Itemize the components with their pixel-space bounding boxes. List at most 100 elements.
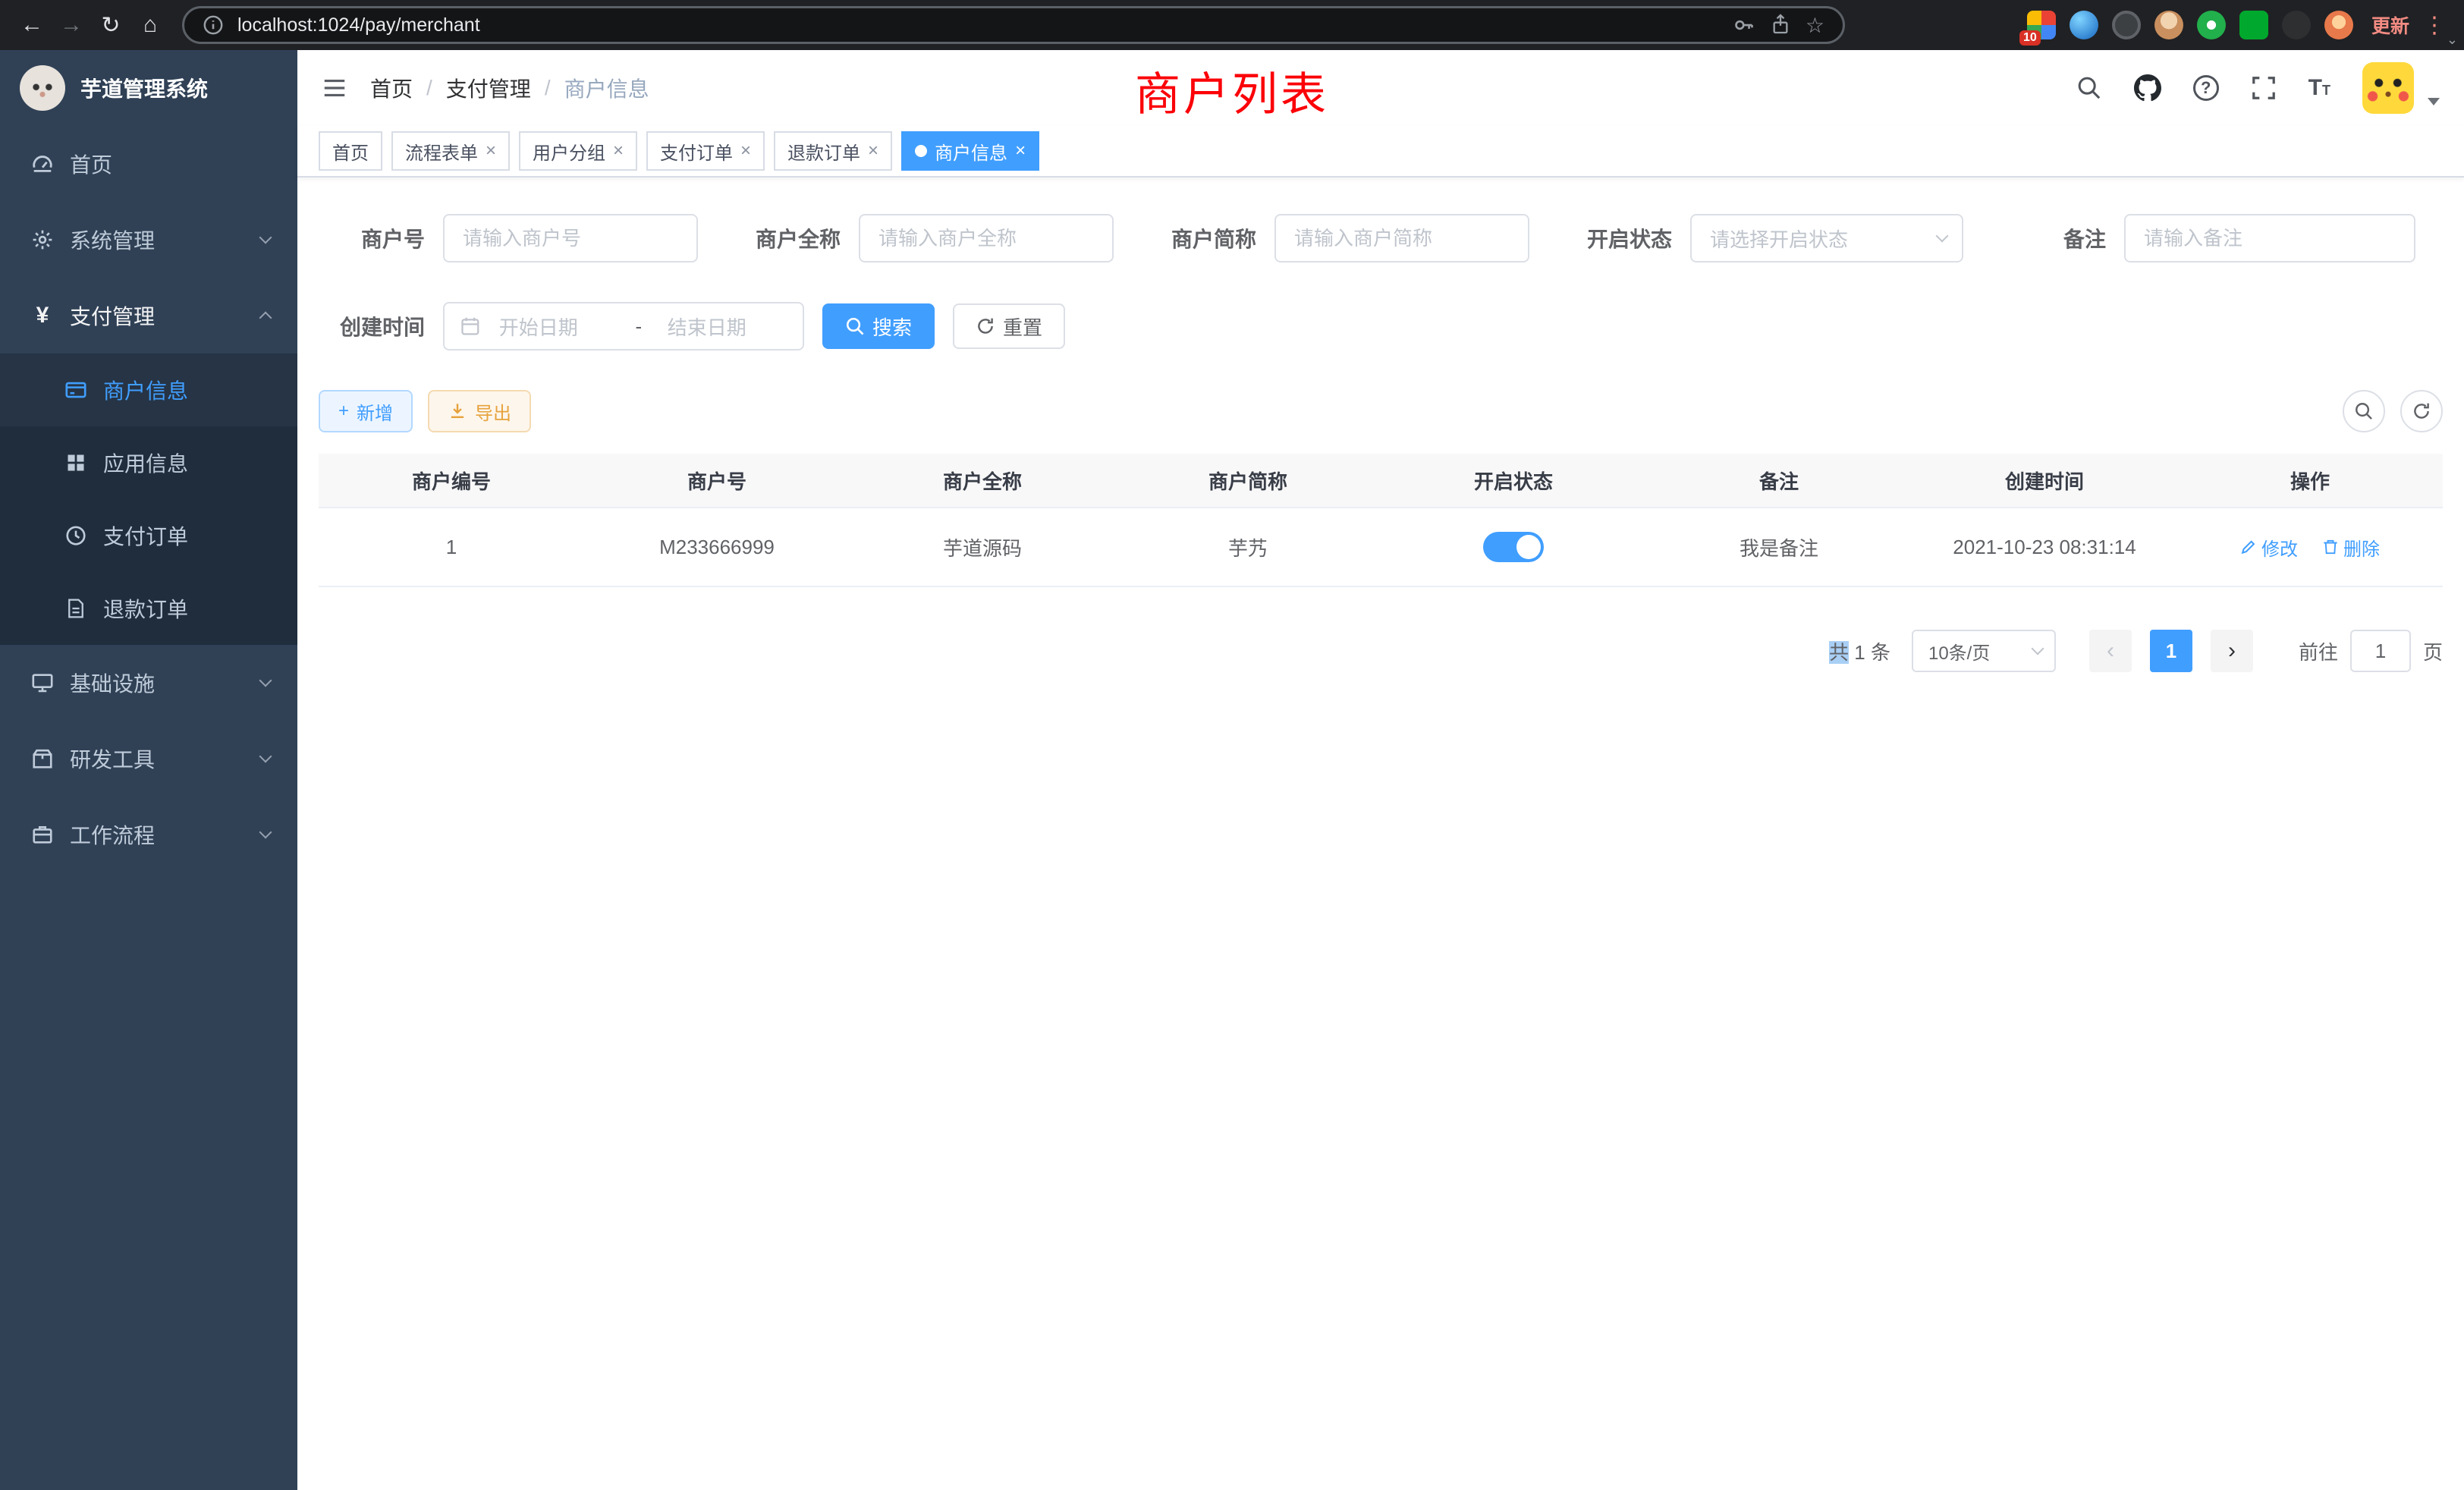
- merchant-no-input[interactable]: [443, 214, 698, 262]
- tab-pay-order[interactable]: 支付订单×: [646, 131, 765, 171]
- key-icon[interactable]: [1733, 14, 1755, 36]
- next-page-button[interactable]: ›: [2211, 630, 2253, 672]
- tab-refund-order[interactable]: 退款订单×: [774, 131, 892, 171]
- browser-menu-icon[interactable]: ⋮: [2423, 12, 2446, 39]
- extension-avatar-icon[interactable]: [2154, 11, 2183, 39]
- bookmark-star-icon[interactable]: ☆: [1806, 13, 1824, 38]
- address-bar[interactable]: localhost:1024/pay/merchant ☆: [182, 6, 1845, 44]
- user-avatar[interactable]: [2362, 62, 2414, 114]
- sidebar-item-payment[interactable]: ¥ 支付管理: [0, 278, 297, 354]
- extension-green-square-icon[interactable]: [2239, 11, 2268, 39]
- plus-icon: +: [338, 401, 349, 422]
- page-content: 商户号 商户全称 商户简称 开启状态 请选择开启状态: [297, 178, 2464, 1490]
- page-size-select[interactable]: 10条/页: [1912, 630, 2056, 672]
- pencil-icon: [2240, 539, 2257, 555]
- delete-link[interactable]: 删除: [2322, 534, 2380, 561]
- status-select[interactable]: 请选择开启状态: [1690, 214, 1963, 262]
- github-icon[interactable]: [2134, 74, 2161, 102]
- toggle-search-button[interactable]: [2343, 390, 2385, 432]
- sidebar-item-infra[interactable]: 基础设施: [0, 645, 297, 721]
- home-icon[interactable]: ⌂: [130, 5, 170, 45]
- tab-merchant-info[interactable]: 商户信息×: [901, 131, 1039, 171]
- info-icon[interactable]: [203, 14, 224, 36]
- annotation-merchant-list: 商户列表: [1135, 58, 1329, 124]
- current-page-button[interactable]: 1: [2150, 630, 2192, 672]
- edit-link[interactable]: 修改: [2240, 534, 2298, 561]
- extension-paw-icon[interactable]: [2282, 11, 2311, 39]
- sidebar-item-app-info[interactable]: 应用信息: [0, 426, 297, 499]
- export-button[interactable]: 导出: [428, 390, 531, 432]
- tab-process-form[interactable]: 流程表单×: [391, 131, 510, 171]
- refresh-table-button[interactable]: [2400, 390, 2443, 432]
- cell-short-name: 芋艿: [1115, 533, 1381, 561]
- date-separator: -: [628, 315, 649, 338]
- add-button[interactable]: + 新增: [319, 390, 413, 432]
- sidebar-item-workflow[interactable]: 工作流程: [0, 797, 297, 872]
- extension-grid-icon[interactable]: 10: [2027, 11, 2056, 39]
- toolbar-caret-icon[interactable]: ⌄: [2447, 32, 2458, 48]
- pagination-total: 共 1 条: [1829, 637, 1890, 665]
- reload-icon[interactable]: ↻: [91, 5, 130, 45]
- status-switch[interactable]: [1483, 532, 1544, 562]
- date-range-picker[interactable]: 开始日期 - 结束日期: [443, 302, 804, 350]
- sidebar-item-dev-tools[interactable]: 研发工具: [0, 721, 297, 797]
- extension-orange-avatar-icon[interactable]: [2324, 11, 2353, 39]
- prev-page-button[interactable]: ‹: [2089, 630, 2132, 672]
- breadcrumb-home[interactable]: 首页: [370, 73, 413, 103]
- sidebar-item-merchant-info[interactable]: 商户信息: [0, 354, 297, 426]
- navbar: 首页 / 支付管理 / 商户信息 ? TT: [297, 50, 2464, 126]
- table-row: 1 M233666999 芋道源码 芋艿 我是备注 2021-10-23 08:…: [319, 508, 2443, 587]
- payment-submenu: 商户信息 应用信息 支付订单 退款订单: [0, 354, 297, 645]
- cell-merchant-no: M233666999: [584, 536, 850, 559]
- sidebar-logo[interactable]: 芋道管理系统: [0, 50, 297, 126]
- browser-update-button[interactable]: 更新: [2371, 11, 2409, 39]
- workflow-icon: [30, 822, 55, 847]
- goto-suffix: 页: [2423, 637, 2443, 665]
- close-icon[interactable]: ×: [613, 142, 624, 160]
- extension-drop-icon[interactable]: [2070, 11, 2098, 39]
- sidebar-item-refund-order[interactable]: 退款订单: [0, 572, 297, 645]
- logo-avatar: [20, 65, 65, 111]
- browser-chrome: ← → ↻ ⌂ localhost:1024/pay/merchant ☆ 10…: [0, 0, 2464, 50]
- calendar-icon: [460, 316, 481, 337]
- extension-dark-icon[interactable]: [2112, 11, 2141, 39]
- help-icon[interactable]: ?: [2193, 75, 2219, 101]
- extension-green-circle-icon[interactable]: [2197, 11, 2226, 39]
- reset-button[interactable]: 重置: [953, 303, 1065, 349]
- search-icon[interactable]: [2076, 75, 2102, 101]
- sidebar-item-system[interactable]: 系统管理: [0, 202, 297, 278]
- close-icon[interactable]: ×: [740, 142, 751, 160]
- url-text: localhost:1024/pay/merchant: [237, 14, 480, 36]
- merchant-no-label: 商户号: [319, 223, 425, 253]
- breadcrumb-payment[interactable]: 支付管理: [446, 73, 531, 103]
- sidebar-item-pay-order[interactable]: 支付订单: [0, 499, 297, 572]
- search-icon: [2354, 401, 2374, 421]
- close-icon[interactable]: ×: [486, 142, 496, 160]
- avatar-caret-icon[interactable]: [2428, 98, 2440, 105]
- font-size-icon[interactable]: TT: [2308, 75, 2330, 101]
- fullscreen-icon[interactable]: [2251, 75, 2277, 101]
- close-icon[interactable]: ×: [868, 142, 878, 160]
- remark-label: 备注: [2000, 223, 2106, 253]
- merchant-fullname-input[interactable]: [859, 214, 1114, 262]
- back-icon[interactable]: ←: [12, 5, 52, 45]
- goto-page-input[interactable]: [2350, 630, 2411, 672]
- pagination: 共 1 条 10条/页 ‹ 1 › 前往 页: [319, 630, 2443, 672]
- chevron-down-icon: [259, 231, 272, 244]
- tabs-bar: 首页 流程表单× 用户分组× 支付订单× 退款订单× 商户信息×: [297, 126, 2464, 178]
- merchant-shortname-input[interactable]: [1274, 214, 1529, 262]
- close-icon[interactable]: ×: [1015, 142, 1026, 160]
- chevron-down-icon: [259, 750, 272, 763]
- trash-icon: [2322, 539, 2339, 555]
- remark-input[interactable]: [2124, 214, 2415, 262]
- share-icon[interactable]: [1769, 14, 1792, 36]
- download-icon: [448, 401, 467, 421]
- hamburger-icon[interactable]: [322, 75, 347, 101]
- sidebar-item-home[interactable]: 首页: [0, 126, 297, 202]
- tab-user-group[interactable]: 用户分组×: [519, 131, 637, 171]
- forward-icon[interactable]: →: [52, 5, 91, 45]
- merchant-table: 商户编号 商户号 商户全称 商户简称 开启状态 备注 创建时间 操作 1 M23…: [319, 454, 2443, 587]
- tab-home[interactable]: 首页: [319, 131, 382, 171]
- search-button[interactable]: 搜索: [822, 303, 935, 349]
- chevron-down-icon: [259, 674, 272, 687]
